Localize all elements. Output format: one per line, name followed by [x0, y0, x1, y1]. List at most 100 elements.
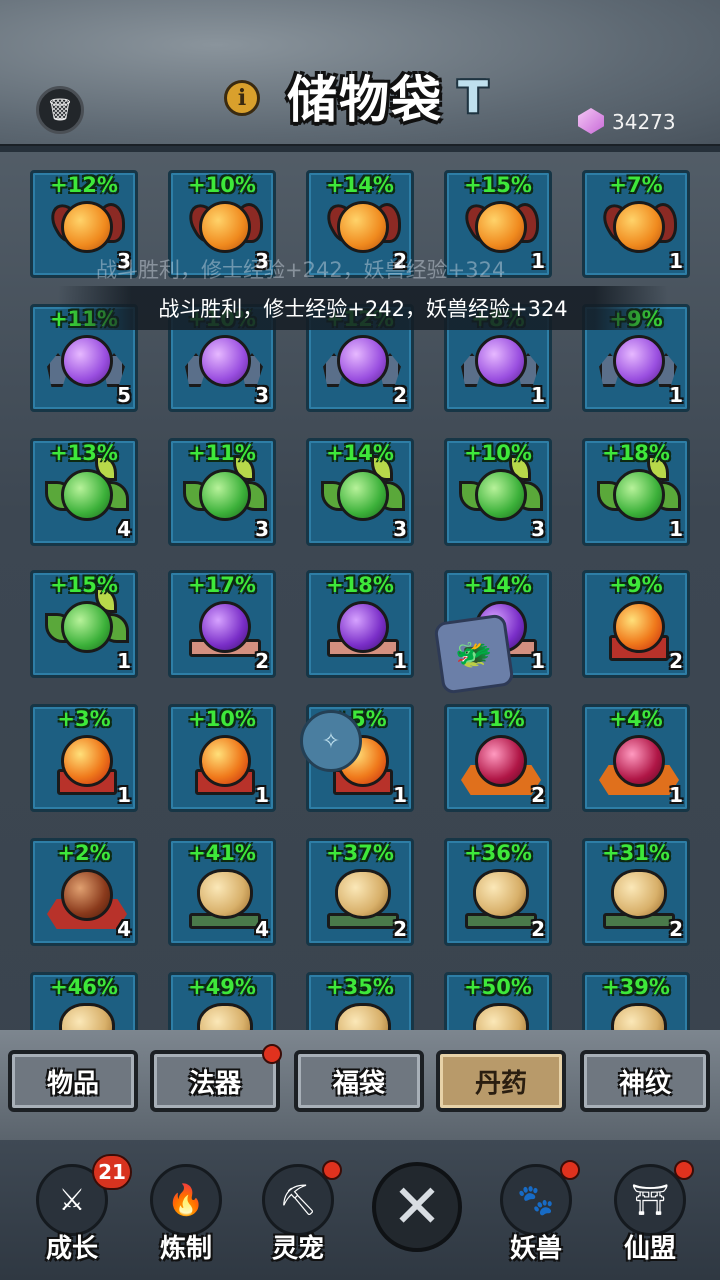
trash-icon[interactable]: 🗑 [36, 86, 84, 134]
tab-label: 神纹 [618, 1068, 671, 1099]
item-slot[interactable]: +15% 1 [30, 570, 138, 678]
currency-amount: 34273 [612, 110, 676, 134]
tab-3[interactable]: 丹药 [436, 1050, 566, 1112]
page-title: 储物袋 [287, 70, 443, 129]
item-bonus-percent: +14% [326, 441, 394, 465]
notification-dot [262, 1044, 282, 1064]
nav-label: 仙盟 [623, 1234, 676, 1264]
item-slot[interactable]: +11% 3 [168, 438, 276, 546]
item-quantity: 1 [531, 383, 545, 407]
item-bonus-percent: +31% [602, 841, 670, 865]
item-orb [61, 335, 113, 387]
tab-label: 福袋 [332, 1068, 385, 1099]
item-orb [199, 201, 251, 253]
floating-spirit-icon[interactable]: ✧ [300, 710, 362, 772]
item-quantity: 3 [393, 517, 407, 541]
close-icon[interactable]: ✕ [372, 1162, 462, 1252]
nav-item-1[interactable]: 🔥 炼制 [136, 1160, 236, 1270]
header-divider [0, 144, 720, 152]
tab-1[interactable]: 法器 [150, 1050, 280, 1112]
item-slot[interactable]: +49% [168, 972, 276, 1032]
item-slot[interactable]: +36% 2 [444, 838, 552, 946]
notification-dot [560, 1160, 580, 1180]
item-orb [611, 869, 667, 919]
toast-message: 战斗胜利，修士经验+242，妖兽经验+324 [58, 286, 668, 330]
nav-label: 灵宠 [271, 1234, 324, 1264]
item-orb [61, 869, 113, 921]
item-bonus-percent: +15% [464, 173, 532, 197]
item-slot[interactable]: +3% 1 [30, 704, 138, 812]
item-bonus-percent: +3% [57, 707, 111, 731]
item-bonus-percent: +14% [326, 173, 394, 197]
tab-0[interactable]: 物品 [8, 1050, 138, 1112]
item-bonus-percent: +39% [602, 975, 670, 999]
item-bonus-percent: +10% [188, 173, 256, 197]
tab-4[interactable]: 神纹 [580, 1050, 710, 1112]
item-quantity: 1 [669, 383, 683, 407]
item-bonus-percent: +35% [326, 975, 394, 999]
item-slot[interactable]: +50% [444, 972, 552, 1032]
nav-item-4[interactable]: ⛩ 仙盟 [600, 1160, 700, 1270]
item-orb [337, 335, 389, 387]
item-orb [335, 869, 391, 919]
nav-item-3[interactable]: 🐾 妖兽 [486, 1160, 586, 1270]
item-bonus-percent: +9% [609, 573, 663, 597]
item-slot[interactable]: +37% 2 [306, 838, 414, 946]
item-bonus-percent: +12% [50, 173, 118, 197]
item-slot[interactable]: +1% 2 [444, 704, 552, 812]
toast-text: 战斗胜利，修士经验+242，妖兽经验+324 [158, 297, 568, 321]
item-slot[interactable]: +31% 2 [582, 838, 690, 946]
item-quantity: 2 [393, 383, 407, 407]
nav-item-0[interactable]: ⚔ 成长 21 [22, 1154, 132, 1270]
nav-label: 成长 [45, 1234, 98, 1264]
item-orb [61, 735, 113, 787]
item-orb [199, 735, 251, 787]
item-slot[interactable]: +35% [306, 972, 414, 1032]
item-grid: +12%3+10%3+14%2+15%1+7%1+11%5+10%3+12%2+… [0, 152, 720, 1032]
item-slot[interactable]: +10% 3 [444, 438, 552, 546]
item-bonus-percent: +4% [609, 707, 663, 731]
toast-ghost-message: 战斗胜利，修士经验+242，妖兽经验+324 [96, 258, 506, 282]
item-bonus-percent: +2% [57, 841, 111, 865]
item-slot[interactable]: +13% 4 [30, 438, 138, 546]
sort-icon[interactable]: T [458, 76, 498, 120]
item-quantity: 2 [669, 917, 683, 941]
notification-badge: 21 [92, 1154, 132, 1190]
nav-item-2[interactable]: ⛏ 灵宠 [248, 1160, 348, 1270]
item-orb [475, 335, 527, 387]
item-orb [199, 469, 251, 521]
item-quantity: 1 [117, 649, 131, 673]
floating-beast-icon[interactable]: 🐲 [433, 613, 515, 695]
item-slot[interactable]: +9% 2 [582, 570, 690, 678]
item-slot[interactable]: +18% 1 [306, 570, 414, 678]
item-slot[interactable]: +41% 4 [168, 838, 276, 946]
item-bonus-percent: +41% [188, 841, 256, 865]
item-bonus-percent: +50% [464, 975, 532, 999]
tab-label: 丹药 [474, 1068, 527, 1099]
item-orb [197, 869, 253, 919]
notification-dot [322, 1160, 342, 1180]
item-slot[interactable]: +18% 1 [582, 438, 690, 546]
item-quantity: 2 [393, 917, 407, 941]
item-orb [61, 601, 113, 653]
item-slot[interactable]: +17% 2 [168, 570, 276, 678]
item-slot[interactable]: +2% 4 [30, 838, 138, 946]
item-bonus-percent: +7% [609, 173, 663, 197]
item-slot[interactable]: +46% [30, 972, 138, 1032]
item-slot[interactable]: +14% 3 [306, 438, 414, 546]
item-slot[interactable]: +4% 1 [582, 704, 690, 812]
item-orb [337, 201, 389, 253]
item-orb [199, 335, 251, 387]
item-orb [475, 201, 527, 253]
item-slot[interactable]: +39% [582, 972, 690, 1032]
item-bonus-percent: +18% [326, 573, 394, 597]
item-quantity: 3 [255, 383, 269, 407]
item-quantity: 1 [255, 783, 269, 807]
item-bonus-percent: +10% [464, 441, 532, 465]
item-quantity: 3 [255, 517, 269, 541]
item-slot[interactable]: +10% 1 [168, 704, 276, 812]
tab-2[interactable]: 福袋 [294, 1050, 424, 1112]
info-icon[interactable]: i [224, 80, 260, 116]
item-quantity: 2 [669, 649, 683, 673]
item-quantity: 1 [393, 783, 407, 807]
